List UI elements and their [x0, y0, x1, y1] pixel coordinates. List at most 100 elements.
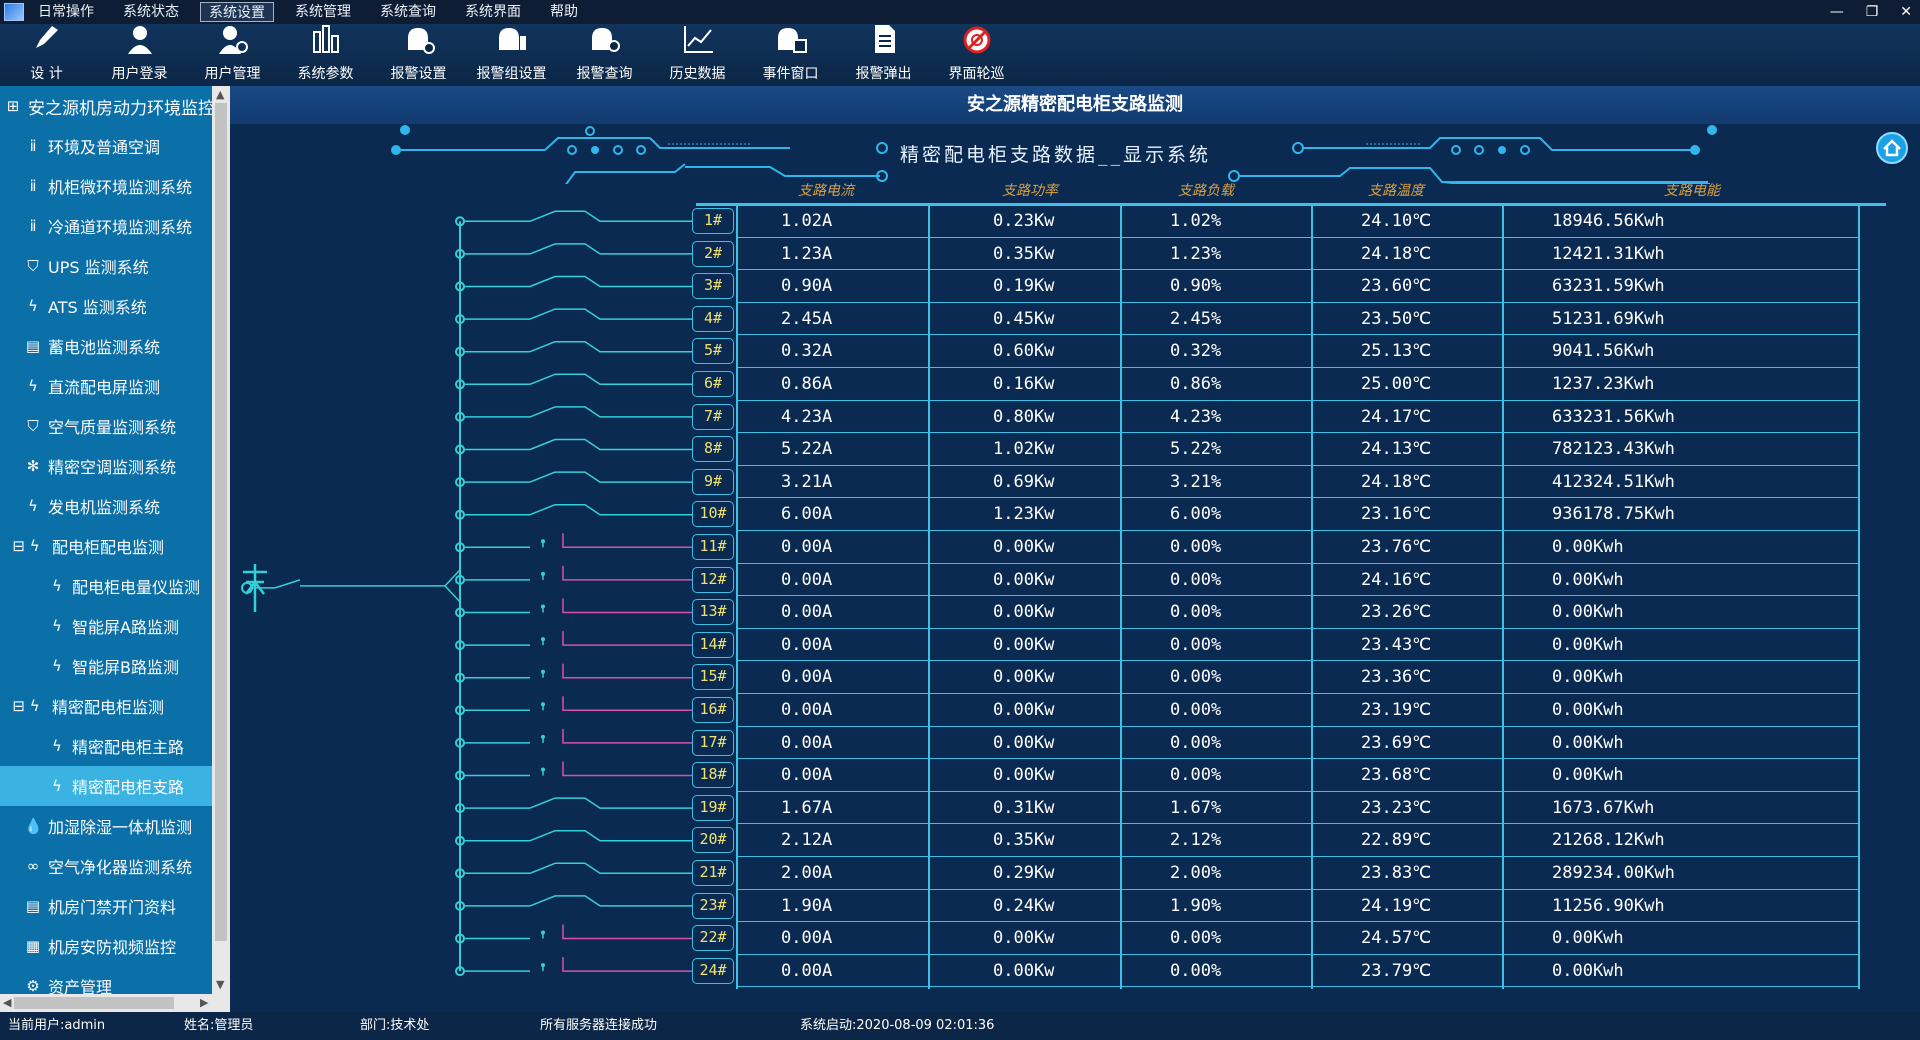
toolbar-button-0[interactable]: 设 计 — [0, 24, 93, 86]
sidebar-item-17[interactable]: ϟ 精密配电柜支路 — [0, 766, 230, 806]
sensor-icon: ⅱ — [29, 217, 37, 235]
cell-power: 0.19Kw — [993, 276, 1055, 297]
sidebar-item-9[interactable]: ✻ 精密空调监测系统 — [0, 446, 230, 486]
toolbar-label: 系统参数 — [297, 66, 354, 82]
alarm-gear-icon — [402, 22, 436, 63]
cell-energy: 0.00Kwh — [1552, 569, 1624, 590]
sidebar-item-16[interactable]: ϟ 精密配电柜主路 — [0, 726, 230, 766]
branch-out-line — [555, 862, 705, 875]
menu-item-3[interactable]: 系统管理 — [287, 2, 359, 22]
sidebar-item-1[interactable]: ⅱ 环境及普通空调 — [0, 126, 230, 166]
restore-icon[interactable]: ❐ — [1866, 0, 1879, 24]
sidebar-item-19[interactable]: ∞ 空气净化器监测系统 — [0, 846, 230, 886]
cell-current: 4.23A — [781, 406, 833, 427]
cell-current: 5.22A — [781, 439, 833, 460]
cell-energy: 0.00Kwh — [1552, 700, 1624, 720]
sidebar-item-12[interactable]: ϟ 配电柜电量仪监测 — [0, 566, 230, 606]
sidebar-item-10[interactable]: ϟ 发电机监测系统 — [0, 486, 230, 526]
cell-energy: 0.00Kwh — [1552, 537, 1624, 557]
sidebar-item-15[interactable]: ⊟ ϟ 精密配电柜监测 — [0, 686, 230, 726]
sidebar-hscroll-thumb[interactable] — [14, 997, 174, 1009]
sidebar-item-8[interactable]: ⛉ 空气质量监测系统 — [0, 406, 230, 446]
menu-item-4[interactable]: 系统查询 — [372, 2, 444, 22]
toolbar-button-1[interactable]: 用户登录 — [93, 24, 186, 86]
toolbar-label: 报警组设置 — [476, 66, 547, 82]
sidebar-item-label: 智能屏A路监测 — [72, 618, 179, 637]
bolt-icon: ϟ — [52, 777, 62, 795]
sidebar-item-3[interactable]: ⅱ 冷通道环境监测系统 — [0, 206, 230, 246]
cell-energy: 12421.31Kwh — [1552, 243, 1665, 264]
col-header-energy: 支路电能 — [1664, 183, 1720, 199]
cell-load: 6.00% — [1170, 504, 1222, 525]
menu-item-6[interactable]: 帮助 — [542, 2, 586, 22]
bolt-icon: ϟ — [28, 497, 38, 515]
cell-temp: 23.68℃ — [1361, 765, 1432, 786]
cell-energy: 0.00Kwh — [1552, 732, 1624, 753]
cell-temp: 25.13℃ — [1361, 341, 1432, 362]
sidebar-item-13[interactable]: ϟ 智能屏A路监测 — [0, 606, 230, 646]
sidebar-item-label: 冷通道环境监测系统 — [48, 218, 193, 237]
branch-tag: 2# — [692, 240, 734, 267]
menu-item-1[interactable]: 系统状态 — [115, 2, 187, 22]
bolt-icon: ϟ — [52, 577, 62, 595]
sidebar-item-20[interactable]: ▤ 机房门禁开门资料 — [0, 886, 230, 926]
toolbar-button-3[interactable]: 系统参数 — [279, 24, 372, 86]
sidebar-item-4[interactable]: ⛉ UPS 监测系统 — [0, 246, 230, 286]
sidebar-item-7[interactable]: ϟ 直流配电屏监测 — [0, 366, 230, 406]
sidebar-item-0[interactable]: ⊞ 安之源机房动力环境监控 — [0, 86, 230, 126]
home-icon[interactable] — [1876, 132, 1908, 164]
branch-tag: 24# — [692, 957, 734, 984]
sidebar-scroll-thumb[interactable] — [215, 103, 227, 941]
table-row: 6.00A 1.23Kw 6.00% 23.16℃ 936178.75Kwh — [736, 498, 1860, 531]
branch-tag: 10# — [692, 501, 734, 528]
cell-power: 0.00Kw — [993, 602, 1055, 623]
cell-temp: 23.23℃ — [1361, 797, 1432, 818]
cell-current: 2.00A — [781, 863, 833, 883]
toolbar-button-10[interactable]: 界面轮巡 — [930, 24, 1023, 86]
scroll-down-icon[interactable]: ▼ — [216, 978, 224, 991]
branch-tag: 3# — [692, 273, 734, 300]
main-panel: 安之源精密配电柜支路监测 精密配电柜支路数据__显示系统 支路电流 支路功率 支… — [230, 86, 1920, 1012]
toolbar-button-5[interactable]: 报警组设置 — [465, 24, 558, 86]
sidebar-item-label: 环境及普通空调 — [48, 138, 161, 157]
toolbar-button-2[interactable]: 用户管理 — [186, 24, 279, 86]
menu-item-2[interactable]: 系统设置 — [200, 2, 274, 22]
status-bar: 当前用户:admin 姓名:管理员 部门:技术处 所有服务器连接成功 系统启动:… — [0, 1012, 1920, 1040]
sidebar-item-21[interactable]: ▦ 机房安防视频监控 — [0, 926, 230, 966]
sidebar-item-label: 加湿除湿一体机监测 — [48, 818, 193, 837]
branch-wiring-diagram — [241, 210, 705, 977]
toolbar-button-9[interactable]: 报警弹出 — [837, 24, 930, 86]
sidebar-item-2[interactable]: ⅱ 机柜微环境监测系统 — [0, 166, 230, 206]
sidebar-item-5[interactable]: ϟ ATS 监测系统 — [0, 286, 230, 326]
toolbar-button-8[interactable]: 事件窗口 — [744, 24, 837, 86]
cell-current: 0.00A — [781, 634, 833, 655]
cell-load: 0.00% — [1170, 537, 1222, 557]
toolbar-button-4[interactable]: 报警设置 — [372, 24, 465, 86]
scroll-right-icon[interactable]: ▶ — [200, 996, 208, 1009]
cell-power: 0.35Kw — [993, 830, 1055, 851]
sidebar-item-11[interactable]: ⊟ ϟ 配电柜配电监测 — [0, 526, 230, 566]
cell-power: 0.31Kw — [993, 797, 1055, 818]
col-header-current: 支路电流 — [798, 183, 854, 199]
minimize-icon[interactable]: — — [1830, 0, 1844, 24]
cell-energy: 782123.43Kwh — [1552, 439, 1675, 460]
cell-load: 2.12% — [1170, 830, 1222, 851]
cell-power: 0.45Kw — [993, 308, 1055, 329]
scroll-up-icon[interactable]: ▲ — [216, 88, 224, 101]
menu-item-5[interactable]: 系统界面 — [457, 2, 529, 22]
cell-temp: 23.79℃ — [1361, 960, 1432, 981]
branch-tag: 11# — [692, 534, 734, 560]
close-icon[interactable]: ✕ — [1900, 0, 1912, 24]
sidebar-item-18[interactable]: 💧 加湿除湿一体机监测 — [0, 806, 230, 846]
cell-power: 0.00Kw — [993, 634, 1055, 655]
cell-current: 0.00A — [781, 602, 833, 623]
branch-out-line — [562, 565, 705, 581]
scroll-left-icon[interactable]: ◀ — [3, 996, 11, 1009]
toolbar-button-6[interactable]: 报警查询 — [558, 24, 651, 86]
sidebar-item-6[interactable]: ▤ 蓄电池监测系统 — [0, 326, 230, 366]
sidebar-item-14[interactable]: ϟ 智能屏B路监测 — [0, 646, 230, 686]
cell-power: 0.16Kw — [993, 374, 1055, 394]
toolbar-button-7[interactable]: 历史数据 — [651, 24, 744, 86]
cell-power: 0.23Kw — [993, 211, 1055, 231]
menu-item-0[interactable]: 日常操作 — [30, 2, 102, 22]
